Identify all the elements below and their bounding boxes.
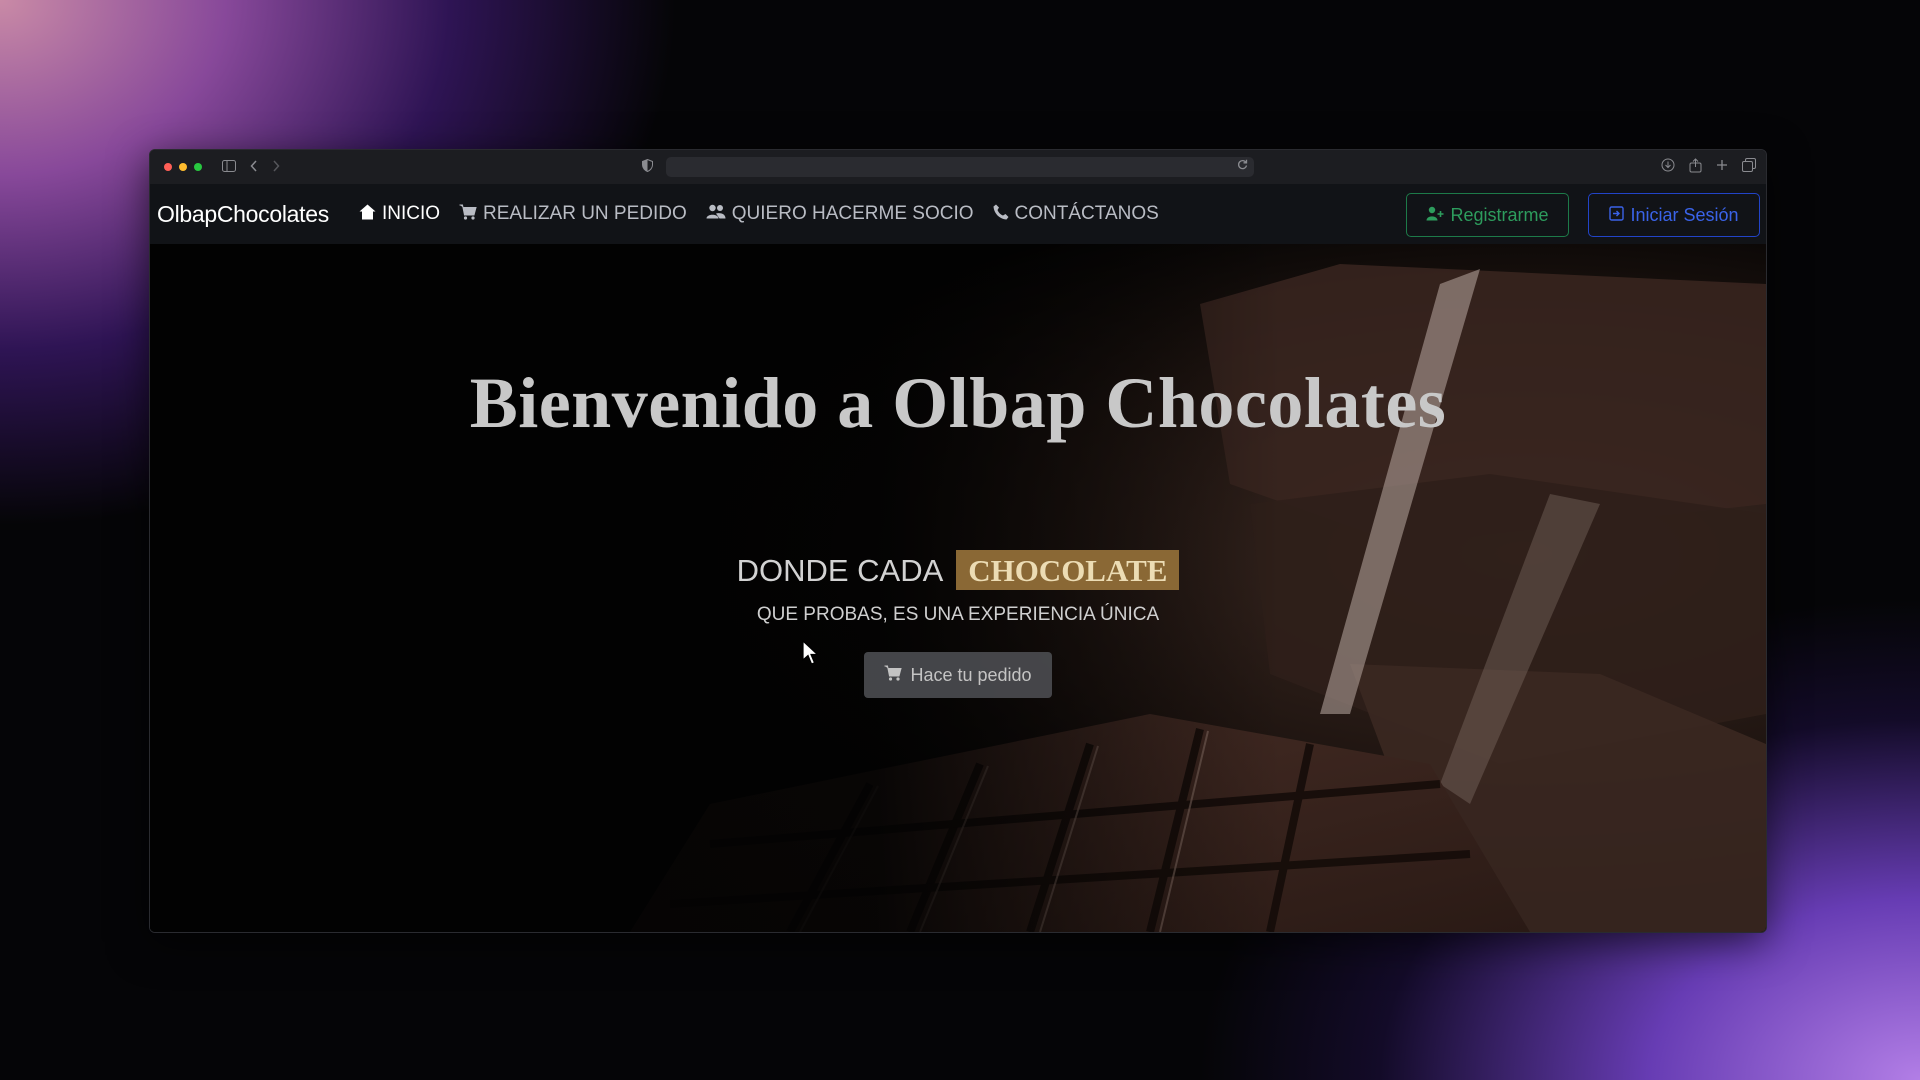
chevron-left-icon[interactable] bbox=[250, 159, 258, 175]
site-navbar: OlbapChocolates INICIO REALIZAR UN PEDID… bbox=[150, 184, 1766, 244]
cart-icon bbox=[884, 665, 903, 686]
login-button[interactable]: Iniciar Sesión bbox=[1588, 193, 1760, 237]
phone-icon bbox=[993, 204, 1009, 225]
chevron-right-icon[interactable] bbox=[272, 159, 280, 175]
home-icon bbox=[359, 204, 376, 225]
hero-subtitle-highlight: CHOCOLATE bbox=[956, 550, 1180, 590]
browser-titlebar bbox=[150, 150, 1766, 184]
nav-item-label: INICIO bbox=[381, 203, 441, 224]
brand-logo[interactable]: OlbapChocolates bbox=[157, 201, 329, 228]
nav-item-contactanos[interactable]: CONTÁCTANOS bbox=[993, 203, 1159, 225]
nav-item-label: CONTÁCTANOS bbox=[1014, 203, 1159, 224]
register-label: Registrarme bbox=[1450, 204, 1549, 225]
user-plus-icon bbox=[1426, 205, 1444, 226]
mouse-cursor-icon bbox=[802, 640, 820, 665]
cart-icon bbox=[459, 204, 477, 225]
login-label: Iniciar Sesión bbox=[1630, 204, 1739, 225]
download-icon[interactable] bbox=[1661, 158, 1675, 176]
auth-buttons: Registrarme Iniciar Sesión bbox=[1406, 193, 1760, 237]
register-button[interactable]: Registrarme bbox=[1406, 193, 1569, 237]
nav-item-label: REALIZAR UN PEDIDO bbox=[483, 203, 687, 224]
shield-icon[interactable] bbox=[642, 158, 653, 175]
hero-subtitle: DONDE CADA CHOCOLATE bbox=[150, 550, 1766, 590]
hero-subtitle-prefix: DONDE CADA bbox=[736, 553, 942, 588]
nav-item-realizar-pedido[interactable]: REALIZAR UN PEDIDO bbox=[459, 203, 687, 225]
nav-item-inicio[interactable]: INICIO bbox=[359, 203, 440, 225]
nav-item-label: QUIERO HACERME SOCIO bbox=[731, 203, 974, 224]
tabs-overview-icon[interactable] bbox=[1742, 158, 1756, 176]
hero-title: Bienvenido a Olbap Chocolates bbox=[469, 363, 1447, 443]
order-cta-label: Hace tu pedido bbox=[910, 664, 1032, 685]
hero-section: Bienvenido a Olbap Chocolates DONDE CADA… bbox=[150, 244, 1766, 932]
browser-toolbar-right bbox=[1661, 158, 1756, 176]
sidebar-icon[interactable] bbox=[222, 159, 236, 175]
hero-tagline: QUE PROBAS, ES UNA EXPERIENCIA ÚNICA bbox=[756, 604, 1160, 625]
nav-item-hacerme-socio[interactable]: QUIERO HACERME SOCIO bbox=[706, 203, 974, 225]
order-cta-button[interactable]: Hace tu pedido bbox=[864, 652, 1052, 698]
close-window-button[interactable] bbox=[164, 163, 172, 171]
maximize-window-button[interactable] bbox=[194, 163, 202, 171]
browser-window: OlbapChocolates INICIO REALIZAR UN PEDID… bbox=[149, 149, 1767, 933]
share-icon[interactable] bbox=[1689, 158, 1702, 176]
sign-in-icon bbox=[1609, 205, 1625, 226]
reload-icon[interactable] bbox=[1237, 159, 1248, 173]
users-icon bbox=[706, 204, 726, 224]
address-bar[interactable] bbox=[666, 157, 1254, 177]
window-controls bbox=[164, 163, 202, 171]
minimize-window-button[interactable] bbox=[179, 163, 187, 171]
plus-icon[interactable] bbox=[1716, 158, 1728, 176]
